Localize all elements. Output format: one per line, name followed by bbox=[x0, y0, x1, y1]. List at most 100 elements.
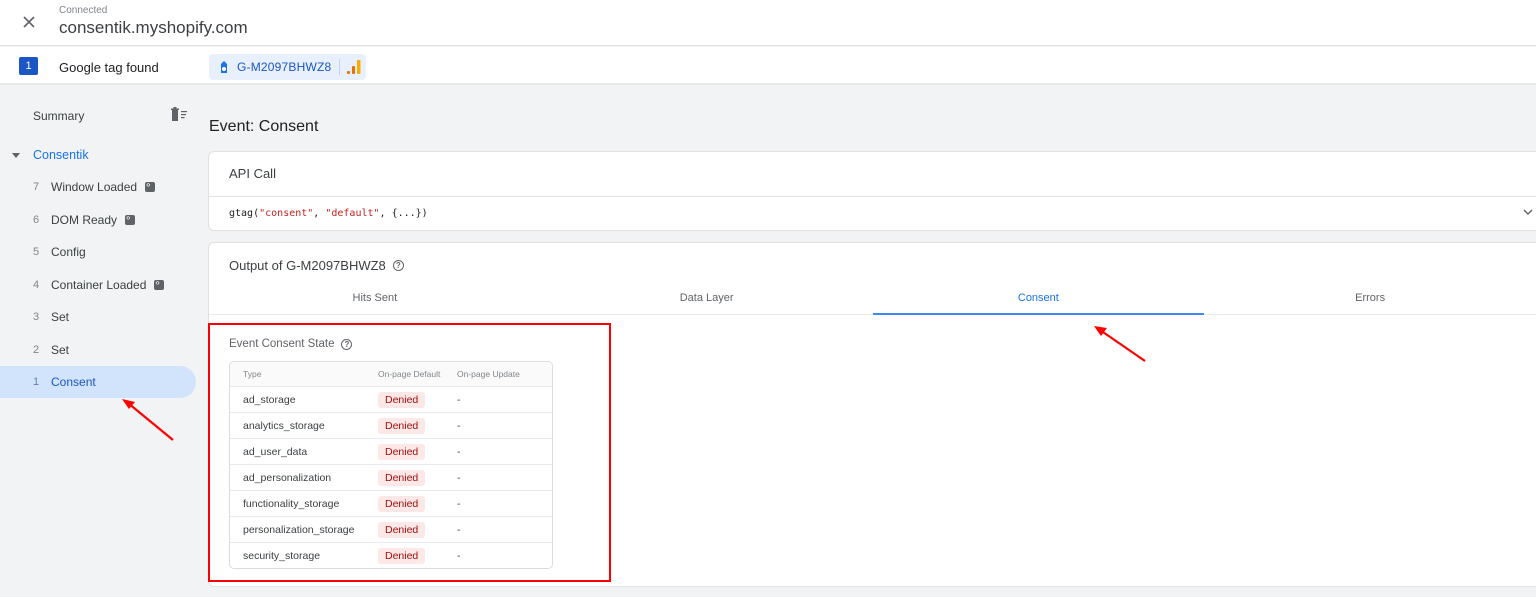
connected-domain: consentik.myshopify.com bbox=[59, 18, 248, 37]
status-badge: Denied bbox=[378, 391, 426, 408]
event-label: Config bbox=[51, 245, 86, 259]
sidebar-item-window-loaded[interactable]: 7 Window Loaded bbox=[0, 171, 196, 203]
event-label: Consent bbox=[51, 375, 96, 389]
sidebar-item-container-loaded[interactable]: 4 Container Loaded bbox=[0, 269, 196, 301]
consent-type: analytics_storage bbox=[243, 419, 325, 432]
output-title: Output of G-M2097BHWZ8 ? bbox=[229, 258, 404, 273]
consent-type: ad_storage bbox=[243, 393, 296, 406]
event-consent-state: Event Consent State ? Type On-page Defau… bbox=[229, 338, 553, 569]
sidebar: Summary Consentik 7 Window Loaded 6 DOM … bbox=[0, 87, 200, 597]
code-sep: , bbox=[313, 208, 326, 219]
event-number: 5 bbox=[33, 246, 40, 258]
column-header-default: On-page Default bbox=[378, 369, 441, 379]
delete-list-icon[interactable] bbox=[170, 107, 188, 123]
help-icon[interactable]: ? bbox=[341, 338, 353, 350]
close-button[interactable] bbox=[18, 11, 40, 33]
help-icon[interactable]: ? bbox=[392, 260, 404, 271]
consent-state-table: Type On-page Default On-page Update ad_s… bbox=[229, 361, 553, 569]
output-card: Output of G-M2097BHWZ8 ? Hits Sent Data … bbox=[208, 242, 1536, 587]
code-fn: gtag( bbox=[229, 208, 260, 219]
tag-chip[interactable]: G-M2097BHWZ8 bbox=[209, 54, 366, 80]
tab-hits-sent[interactable]: Hits Sent bbox=[209, 283, 541, 314]
event-label: Set bbox=[51, 310, 70, 324]
google-tag-icon bbox=[221, 61, 227, 73]
update-value: - bbox=[457, 419, 461, 432]
chevron-down-icon[interactable] bbox=[1522, 206, 1534, 218]
event-label: DOM Ready bbox=[51, 213, 118, 227]
tag-id: G-M2097BHWZ8 bbox=[237, 60, 332, 74]
table-row: ad_personalization Denied - bbox=[230, 464, 552, 490]
tab-consent[interactable]: Consent bbox=[872, 283, 1205, 315]
sidebar-item-set-3[interactable]: 3 Set bbox=[0, 301, 196, 333]
output-tabs: Hits Sent Data Layer Consent Errors bbox=[209, 283, 1536, 315]
code-icon bbox=[145, 180, 156, 192]
table-row: functionality_storage Denied - bbox=[230, 490, 552, 516]
update-value: - bbox=[457, 497, 461, 510]
table-row: ad_storage Denied - bbox=[230, 386, 552, 412]
status-badge: Denied bbox=[378, 547, 426, 564]
event-label: Window Loaded bbox=[51, 180, 138, 194]
table-header: Type On-page Default On-page Update bbox=[230, 362, 552, 386]
update-value: - bbox=[457, 445, 461, 458]
table-row: security_storage Denied - bbox=[230, 542, 552, 568]
sidebar-item-consent[interactable]: 1 Consent bbox=[0, 366, 196, 398]
divider bbox=[209, 196, 1536, 197]
api-call-code: gtag("consent", "default", {...}) bbox=[229, 208, 428, 219]
sidebar-summary[interactable]: Summary bbox=[33, 109, 84, 123]
consent-type: security_storage bbox=[243, 549, 321, 562]
page-title: Event: Consent bbox=[209, 118, 319, 135]
update-value: - bbox=[457, 471, 461, 484]
table-row: personalization_storage Denied - bbox=[230, 516, 552, 542]
chip-divider bbox=[339, 59, 341, 75]
status-badge: Denied bbox=[378, 521, 426, 538]
tag-count-badge: 1 bbox=[19, 57, 38, 75]
column-header-type: Type bbox=[243, 369, 262, 379]
table-row: analytics_storage Denied - bbox=[230, 412, 552, 438]
update-value: - bbox=[457, 549, 461, 562]
status-badge: Denied bbox=[378, 417, 426, 434]
code-rest: , {...}) bbox=[379, 208, 428, 219]
status-badge: Denied bbox=[378, 443, 426, 460]
output-title-text: Output of G-M2097BHWZ8 bbox=[229, 258, 386, 273]
code-icon bbox=[154, 278, 165, 290]
sidebar-item-set-2[interactable]: 2 Set bbox=[0, 334, 196, 366]
consent-state-title: Event Consent State ? bbox=[229, 338, 353, 350]
caret-down-icon bbox=[12, 152, 20, 158]
code-arg: "consent" bbox=[259, 208, 314, 219]
sidebar-item-dom-ready[interactable]: 6 DOM Ready bbox=[0, 204, 196, 236]
consent-type: ad_personalization bbox=[243, 471, 332, 484]
tag-found-label: Google tag found bbox=[59, 60, 159, 75]
event-number: 3 bbox=[33, 311, 40, 323]
tab-data-layer[interactable]: Data Layer bbox=[541, 283, 873, 314]
update-value: - bbox=[457, 393, 461, 406]
update-value: - bbox=[457, 523, 461, 536]
sidebar-item-config[interactable]: 5 Config bbox=[0, 236, 196, 268]
consent-state-title-text: Event Consent State bbox=[229, 338, 335, 350]
top-bar: Connected consentik.myshopify.com bbox=[0, 0, 1536, 46]
event-label: Set bbox=[51, 343, 70, 357]
api-call-title: API Call bbox=[229, 166, 276, 181]
status-badge: Denied bbox=[378, 469, 426, 486]
event-number: 2 bbox=[33, 344, 40, 356]
tab-errors[interactable]: Errors bbox=[1204, 283, 1536, 314]
connection-status: Connected bbox=[59, 5, 108, 16]
main-panel: Event: Consent API Call gtag("consent", … bbox=[208, 87, 1536, 597]
event-number: 6 bbox=[33, 214, 40, 226]
api-call-card: API Call gtag("consent", "default", {...… bbox=[208, 151, 1536, 231]
consent-type: ad_user_data bbox=[243, 445, 308, 458]
event-label: Container Loaded bbox=[51, 278, 147, 292]
event-number: 4 bbox=[33, 279, 40, 291]
code-arg: "default" bbox=[325, 208, 380, 219]
tag-bar: 1 Google tag found G-M2097BHWZ8 bbox=[0, 47, 1536, 85]
consent-type: personalization_storage bbox=[243, 523, 355, 536]
table-row: ad_user_data Denied - bbox=[230, 438, 552, 464]
container-name: Consentik bbox=[33, 148, 89, 162]
consent-type: functionality_storage bbox=[243, 497, 340, 510]
code-icon bbox=[125, 213, 136, 225]
sidebar-container-consentik[interactable]: Consentik bbox=[12, 148, 89, 162]
status-badge: Denied bbox=[378, 495, 426, 512]
column-header-update: On-page Update bbox=[457, 369, 520, 379]
close-icon bbox=[23, 16, 35, 28]
analytics-icon bbox=[347, 60, 361, 74]
event-number: 1 bbox=[33, 376, 40, 388]
